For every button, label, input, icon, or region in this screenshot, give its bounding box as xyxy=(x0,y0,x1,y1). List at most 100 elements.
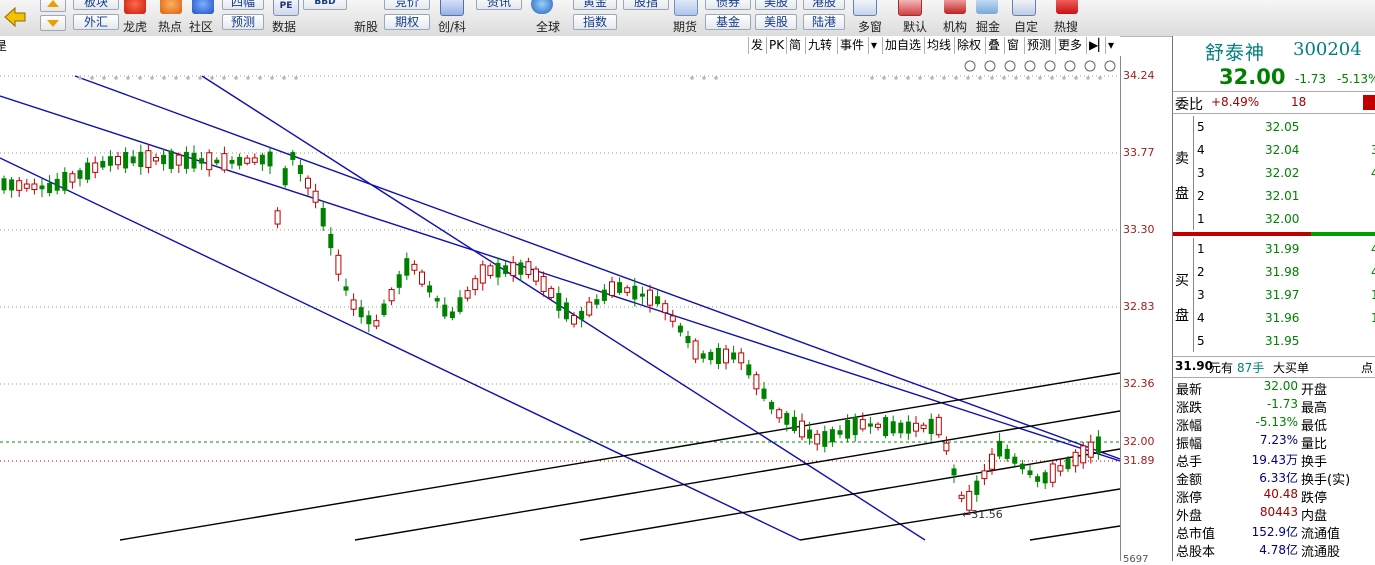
event-dot xyxy=(1074,76,1078,80)
buy-order-row[interactable]: 1 31.99 4 xyxy=(1173,240,1375,258)
candle-down xyxy=(1,178,7,191)
channel-line-blue xyxy=(201,75,926,541)
sell-order-row[interactable]: 2 32.01 xyxy=(1173,187,1375,205)
home-icon[interactable] xyxy=(898,0,922,16)
stock-index-button[interactable]: 股指 xyxy=(623,0,669,10)
hot-search-icon[interactable] xyxy=(1056,0,1078,14)
tab-forecast[interactable]: 预测 xyxy=(1024,37,1053,54)
sell-order-row[interactable]: 1 32.00 xyxy=(1173,210,1375,228)
new-stock-label[interactable]: 新股 xyxy=(354,18,378,35)
tab-overlay[interactable]: 叠 xyxy=(985,37,1002,54)
candle-up xyxy=(935,416,942,436)
candle-up xyxy=(305,177,311,189)
tab-add-watchlist[interactable]: 加自选 xyxy=(882,37,923,54)
dig-gold-label[interactable]: 掘金 xyxy=(976,18,1000,35)
tab-window[interactable]: 窗 xyxy=(1004,37,1021,54)
event-dot xyxy=(210,76,214,80)
tab-simple[interactable]: 简 xyxy=(786,37,803,54)
candle-down xyxy=(259,154,265,165)
shanghai-hk-button[interactable]: 陆港 xyxy=(803,14,845,30)
default-label[interactable]: 默认 xyxy=(903,18,927,35)
us-stock-top-button[interactable]: 美股 xyxy=(755,0,797,10)
auction-button[interactable]: 竞价 xyxy=(384,0,430,10)
tab-fa[interactable]: 发 xyxy=(748,37,765,54)
candle-down xyxy=(183,151,189,169)
tab-pk[interactable]: PK xyxy=(766,37,786,54)
buy-order-row[interactable]: 4 31.96 1 xyxy=(1173,309,1375,327)
candle-down xyxy=(708,351,714,361)
multi-window-icon[interactable] xyxy=(853,0,877,16)
candle-down xyxy=(898,422,904,434)
candle-down xyxy=(503,265,509,274)
buy-order-price: 31.97 xyxy=(1265,288,1300,302)
dragon-tiger-icon[interactable] xyxy=(124,0,146,14)
options-button[interactable]: 期权 xyxy=(384,14,430,30)
big-order-row[interactable]: 31.90 元有 87手 大买单 点 xyxy=(1173,356,1375,378)
tab-dropdown-icon[interactable]: ▾ xyxy=(1105,37,1119,54)
custom-label[interactable]: 自定 xyxy=(1014,18,1038,35)
tab-moving-average[interactable]: 均线 xyxy=(924,37,953,54)
tab-event[interactable]: 事件 xyxy=(837,37,866,54)
news-button[interactable]: 资讯 xyxy=(476,0,522,10)
arrow-down-icon[interactable] xyxy=(40,15,66,31)
institution-icon[interactable] xyxy=(944,0,966,14)
futures-icon[interactable] xyxy=(674,0,698,16)
weibi-label: 委比 xyxy=(1175,97,1203,113)
buy-order-row[interactable]: 2 31.98 4 xyxy=(1173,263,1375,281)
arrow-up-icon[interactable] xyxy=(40,0,66,12)
four-panel-button[interactable]: 四幅 xyxy=(222,0,264,10)
hot-icon[interactable] xyxy=(160,0,182,14)
institution-label[interactable]: 机构 xyxy=(943,18,967,35)
play-toggle-icon[interactable]: ▶▏ xyxy=(1086,37,1107,54)
star-market-label[interactable]: 创/科 xyxy=(438,18,466,35)
tab-more[interactable]: 更多 xyxy=(1055,37,1084,54)
data-pe-icon[interactable]: PE xyxy=(273,0,299,16)
candle-down xyxy=(199,158,205,164)
event-dot xyxy=(1062,76,1066,80)
sector-button[interactable]: 板块 xyxy=(73,0,119,10)
gold-button[interactable]: 黄金 xyxy=(573,0,617,10)
bbd-button[interactable]: BBD xyxy=(303,0,347,10)
hot-label[interactable]: 热点 xyxy=(158,18,182,35)
fund-button[interactable]: 基金 xyxy=(705,14,751,30)
community-label[interactable]: 社区 xyxy=(189,18,213,35)
dragon-tiger-label[interactable]: 龙虎 xyxy=(123,18,147,35)
candle-up xyxy=(411,263,418,271)
buy-order-row[interactable]: 3 31.97 1 xyxy=(1173,286,1375,304)
global-label[interactable]: 全球 xyxy=(536,18,560,35)
sell-order-row[interactable]: 3 32.02 4 xyxy=(1173,164,1375,182)
stat-row: 最新 32.00 开盘 xyxy=(1173,378,1375,398)
hot-search-label[interactable]: 热搜 xyxy=(1054,18,1078,35)
stat-value: 32.00 xyxy=(1263,379,1298,393)
back-arrow-icon[interactable] xyxy=(0,0,30,34)
us-stock-button[interactable]: 美股 xyxy=(755,14,797,30)
bond-button[interactable]: 债券 xyxy=(705,0,751,10)
sell-order-row[interactable]: 4 32.04 3 xyxy=(1173,141,1375,159)
sell-order-level: 4 xyxy=(1197,143,1205,157)
buy-order-row[interactable]: 5 31.95 xyxy=(1173,332,1375,350)
dig-gold-icon[interactable] xyxy=(976,0,998,14)
hk-stock-button[interactable]: 港股 xyxy=(803,0,845,10)
globe-icon[interactable] xyxy=(531,0,553,14)
event-dropdown-icon[interactable]: ▾ xyxy=(868,37,881,54)
tab-nine-turn[interactable]: 九转 xyxy=(805,37,834,54)
gear-tool-icon xyxy=(964,60,976,72)
custom-icon[interactable] xyxy=(1012,0,1036,16)
candle-up xyxy=(153,157,159,162)
sell-order-level: 3 xyxy=(1197,166,1205,180)
pen-tool-icon xyxy=(984,60,996,72)
futures-label[interactable]: 期货 xyxy=(673,18,697,35)
forecast-button[interactable]: 预测 xyxy=(222,14,264,30)
multi-window-label[interactable]: 多窗 xyxy=(858,18,882,35)
stat-value: 40.48 xyxy=(1263,487,1298,501)
bid-ask-bar-red xyxy=(1173,232,1311,236)
index-button[interactable]: 指数 xyxy=(573,14,617,30)
data-label[interactable]: 数据 xyxy=(272,18,296,35)
tab-ex-rights[interactable]: 除权 xyxy=(954,37,983,54)
candle-down xyxy=(1035,476,1041,482)
sell-order-row[interactable]: 5 32.05 xyxy=(1173,118,1375,136)
forex-button[interactable]: 外汇 xyxy=(73,14,119,30)
community-icon[interactable] xyxy=(192,0,214,14)
candlestick-chart[interactable]: ←31.56 xyxy=(0,56,1120,561)
star-market-icon[interactable] xyxy=(440,0,464,16)
